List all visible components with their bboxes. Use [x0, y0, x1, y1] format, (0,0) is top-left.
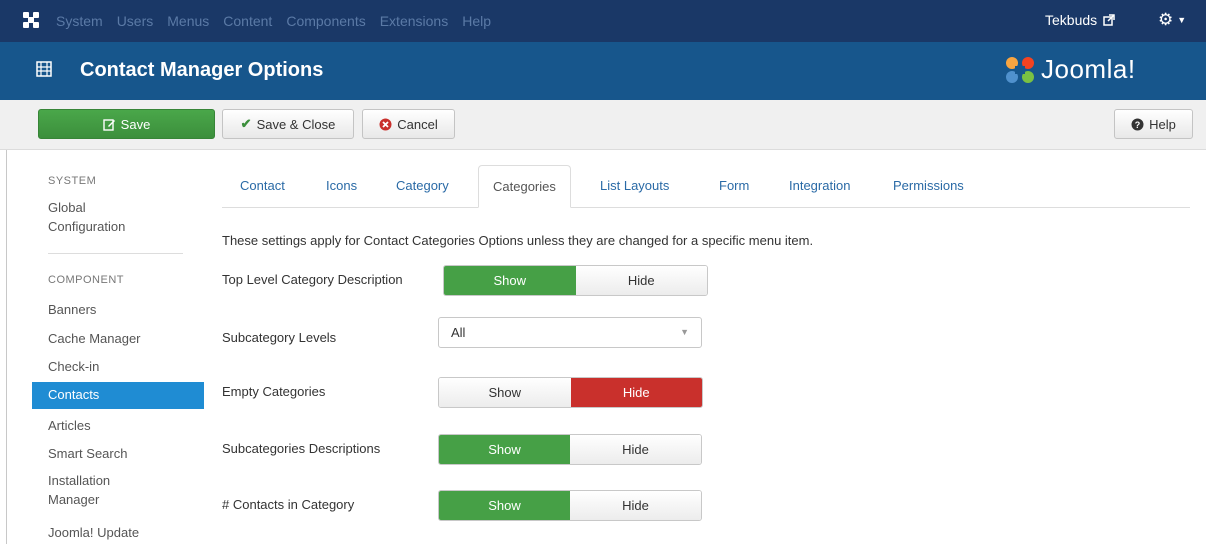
sidebar-item-joomla-update[interactable]: Joomla! Update — [48, 523, 139, 542]
tab-list-layouts[interactable]: List Layouts — [600, 178, 669, 193]
joomla-brand: Joomla! — [1005, 54, 1136, 85]
sidebar-item-smart-search[interactable]: Smart Search — [48, 444, 127, 463]
empty-categories-show[interactable]: Show — [439, 378, 571, 407]
contacts-in-category-toggle: Show Hide — [438, 490, 702, 521]
empty-categories-toggle: Show Hide — [438, 377, 703, 408]
question-icon: ? — [1131, 118, 1144, 130]
save-label: Save — [120, 116, 151, 132]
subcategories-descriptions-label: Subcategories Descriptions — [222, 441, 381, 456]
save-button[interactable]: Save — [38, 109, 215, 139]
user-name: Tekbuds — [1045, 12, 1098, 28]
top-level-description-label: Top Level Category Description — [222, 272, 403, 287]
sidebar-divider — [6, 150, 7, 544]
page-title: Contact Manager Options — [80, 59, 324, 81]
top-level-description-hide[interactable]: Hide — [575, 266, 707, 295]
sidebar-item-check-in[interactable]: Check-in — [48, 357, 99, 376]
menu-extensions[interactable]: Extensions — [380, 13, 448, 29]
menu-system[interactable]: System — [56, 13, 103, 29]
empty-categories-hide[interactable]: Hide — [570, 378, 702, 407]
sidebar-item-articles[interactable]: Articles — [48, 416, 91, 435]
cancel-label: Cancel — [397, 116, 438, 132]
sidebar-item-global-configuration[interactable]: Global Configuration — [48, 198, 125, 236]
sidebar-item-label: Contacts — [48, 387, 100, 402]
check-icon: ✔ — [240, 116, 252, 131]
menu-help[interactable]: Help — [462, 13, 491, 29]
sidebar: SYSTEM Global Configuration COMPONENT Ba… — [0, 150, 200, 544]
options-tabs: Contact Icons Category Categories List L… — [222, 165, 1190, 208]
save-close-label: Save & Close — [256, 116, 336, 132]
contacts-in-category-hide[interactable]: Hide — [570, 491, 701, 520]
tab-permissions[interactable]: Permissions — [893, 178, 964, 193]
sidebar-item-label: Installation — [48, 473, 111, 488]
subcategories-descriptions-show[interactable]: Show — [439, 435, 570, 464]
empty-categories-label: Empty Categories — [222, 384, 326, 399]
top-navbar: System Users Menus Content Components Ex… — [0, 0, 1206, 42]
help-label: Help — [1149, 116, 1176, 132]
tab-form[interactable]: Form — [719, 178, 749, 193]
main-menu: System Users Menus Content Components Ex… — [56, 0, 505, 42]
sidebar-heading-component: COMPONENT — [48, 274, 124, 286]
toolbar: Save ✔ Save & Close Cancel ? Help — [0, 100, 1206, 150]
contacts-in-category-show[interactable]: Show — [439, 491, 570, 520]
joomla-brand-icon — [1006, 56, 1034, 83]
tab-category[interactable]: Category — [396, 178, 449, 193]
sidebar-item-label: Global — [48, 200, 86, 215]
subcategory-levels-label: Subcategory Levels — [222, 330, 337, 345]
gear-icon: ⚙ — [1158, 10, 1174, 29]
sidebar-item-contacts[interactable]: Contacts — [32, 382, 204, 409]
tab-integration[interactable]: Integration — [789, 178, 850, 193]
subcategories-descriptions-hide[interactable]: Hide — [570, 435, 701, 464]
sidebar-separator — [48, 253, 183, 254]
top-level-description-show[interactable]: Show — [444, 266, 576, 295]
top-level-description-toggle: Show Hide — [443, 265, 708, 296]
options-grid-icon — [36, 61, 52, 77]
sidebar-item-label: Manager — [48, 492, 100, 507]
help-button[interactable]: ? Help — [1114, 109, 1193, 139]
sidebar-heading-system: SYSTEM — [48, 175, 97, 187]
menu-content[interactable]: Content — [223, 13, 272, 29]
subcategories-descriptions-toggle: Show Hide — [438, 434, 702, 465]
joomla-wordmark: Joomla! — [1041, 54, 1136, 84]
tab-categories[interactable]: Categories — [478, 165, 571, 208]
menu-users[interactable]: Users — [117, 13, 154, 29]
menu-components[interactable]: Components — [286, 13, 365, 29]
contacts-in-category-label: # Contacts in Category — [222, 497, 355, 512]
settings-menu[interactable]: ⚙ ▼ — [1158, 10, 1186, 30]
sidebar-item-banners[interactable]: Banners — [48, 300, 96, 319]
external-link-icon — [1103, 14, 1115, 26]
chevron-down-icon: ▼ — [680, 327, 689, 337]
cancel-button[interactable]: Cancel — [362, 109, 455, 139]
chevron-down-icon: ▼ — [1177, 15, 1187, 25]
tab-description: These settings apply for Contact Categor… — [222, 233, 814, 248]
sidebar-item-label: Configuration — [48, 219, 126, 234]
save-close-button[interactable]: ✔ Save & Close — [222, 109, 354, 139]
tab-contact[interactable]: Contact — [240, 178, 285, 193]
edit-icon — [102, 118, 115, 131]
menu-menus[interactable]: Menus — [167, 13, 209, 29]
title-bar: Contact Manager Options Joomla! — [0, 42, 1206, 100]
sidebar-item-cache-manager[interactable]: Cache Manager — [48, 329, 141, 348]
subcategory-levels-value: All — [451, 325, 466, 340]
joomla-logo-icon[interactable] — [22, 11, 40, 29]
cancel-icon — [379, 118, 392, 130]
user-link[interactable]: Tekbuds — [1045, 12, 1115, 28]
sidebar-item-installation-manager[interactable]: Installation Manager — [48, 471, 110, 509]
subcategory-levels-select[interactable]: All ▼ — [438, 317, 702, 348]
svg-text:?: ? — [1135, 120, 1141, 130]
tab-icons[interactable]: Icons — [326, 178, 357, 193]
